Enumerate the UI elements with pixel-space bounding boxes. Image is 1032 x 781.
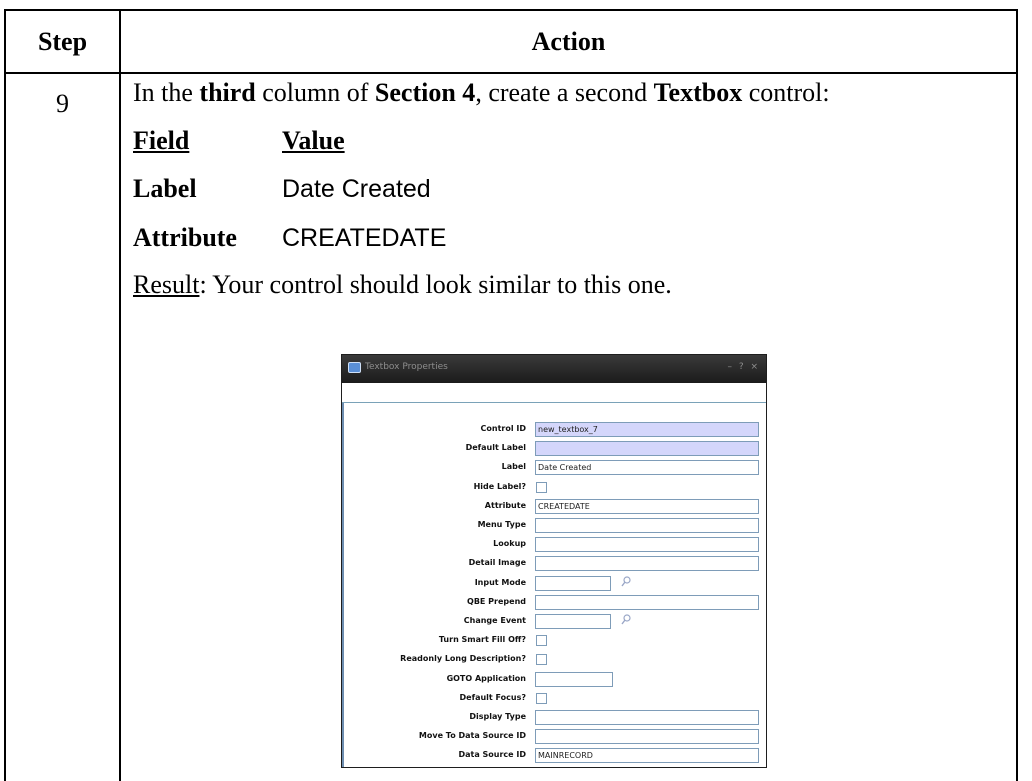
- property-row: Label Date Created: [342, 460, 766, 476]
- property-input[interactable]: [535, 518, 759, 533]
- property-row: Hide Label?: [342, 480, 766, 496]
- dialog-title: Textbox Properties: [365, 362, 448, 372]
- property-checkbox[interactable]: [536, 481, 547, 493]
- property-row: Lookup: [342, 537, 766, 553]
- property-label: Control ID: [480, 424, 526, 433]
- property-row: Input Mode: [342, 575, 766, 592]
- property-label: Data Source ID: [458, 750, 526, 760]
- property-input[interactable]: Date Created: [535, 460, 759, 476]
- column-divider: [119, 11, 121, 781]
- property-row: Move To Data Source ID: [342, 729, 766, 745]
- property-input[interactable]: CREATEDATE: [535, 498, 759, 514]
- field-name: Attribute: [133, 223, 237, 252]
- result-label: Result: [133, 270, 200, 299]
- dialog-window-icon: [348, 362, 361, 373]
- property-row: Default Label: [342, 441, 766, 457]
- property-checkbox[interactable]: [536, 635, 547, 647]
- header-step: Step: [37, 26, 88, 56]
- dialog-window-controls[interactable]: – ? ×: [727, 362, 760, 372]
- lookup-magnifier-icon[interactable]: [621, 575, 631, 591]
- property-label: Change Event: [463, 616, 526, 625]
- property-label: Menu Type: [477, 520, 526, 529]
- header-action: Action: [531, 26, 606, 56]
- property-input[interactable]: [535, 671, 613, 687]
- instruction-text: , create a second: [475, 78, 654, 107]
- property-input[interactable]: [535, 594, 759, 610]
- property-row: Readonly Long Description?: [342, 652, 766, 668]
- result-text: : Your control should look similar to th…: [199, 270, 672, 299]
- property-label: Default Focus?: [459, 692, 526, 702]
- value-column-header: Value: [282, 126, 345, 155]
- property-label: Move To Data Source ID: [418, 731, 526, 741]
- field-table-header: Field Value: [133, 126, 345, 156]
- property-row: Menu Type: [342, 518, 766, 534]
- property-input[interactable]: [535, 614, 611, 629]
- property-label: Input Mode: [474, 577, 526, 587]
- dialog-title-bar: Textbox Properties – ? ×: [342, 355, 766, 383]
- property-label: Lookup: [493, 539, 526, 549]
- field-row-attribute: Attribute CREATEDATE: [133, 223, 446, 253]
- field-column-header: Field: [133, 126, 190, 155]
- property-input[interactable]: [535, 441, 759, 457]
- instruction-text: In the: [133, 78, 200, 107]
- property-row: Display Type: [342, 710, 766, 726]
- header-divider: [6, 72, 1016, 74]
- instruction-text: control:: [742, 78, 830, 107]
- property-row: Data Source ID MAINRECORD: [342, 748, 766, 764]
- property-label: Attribute: [484, 500, 526, 510]
- property-row: GOTO Application: [342, 671, 766, 688]
- property-label: GOTO Application: [446, 673, 526, 683]
- result-line: Result: Your control should look similar…: [133, 270, 672, 300]
- textbox-properties-dialog: Textbox Properties – ? × Control ID new_t…: [341, 354, 767, 768]
- property-row: Default Focus?: [342, 691, 766, 707]
- property-label: Detail Image: [468, 558, 526, 568]
- property-input[interactable]: [535, 537, 759, 553]
- property-input[interactable]: [535, 729, 759, 745]
- field-name: Label: [133, 174, 197, 203]
- property-label: Turn Smart Fill Off?: [438, 635, 526, 645]
- field-row-label: Label Date Created: [133, 174, 431, 204]
- property-input[interactable]: [535, 575, 611, 591]
- property-label: Display Type: [469, 712, 526, 721]
- step-number: 9: [56, 89, 69, 118]
- property-label: Label: [501, 462, 526, 472]
- field-value: Date Created: [282, 175, 431, 203]
- property-input[interactable]: new_textbox_7: [535, 422, 759, 437]
- field-value: CREATEDATE: [282, 224, 447, 252]
- property-label: Readonly Long Description?: [400, 654, 526, 664]
- property-label: Default Label: [465, 443, 526, 453]
- property-input[interactable]: [535, 710, 759, 725]
- property-checkbox[interactable]: [536, 692, 547, 704]
- property-row: Detail Image: [342, 556, 766, 572]
- property-input[interactable]: [535, 556, 759, 572]
- property-row: Change Event: [342, 614, 766, 630]
- property-label: QBE Prepend: [467, 596, 526, 606]
- property-checkbox[interactable]: [536, 654, 547, 666]
- lookup-magnifier-icon[interactable]: [621, 614, 631, 629]
- instruction-line: In the third column of Section 4, create…: [133, 78, 830, 108]
- property-label: Hide Label?: [473, 481, 526, 491]
- instruction-bold-control: Textbox: [653, 78, 743, 107]
- instruction-bold-section: Section 4: [374, 78, 476, 107]
- window-buttons-icon[interactable]: – ? ×: [727, 362, 760, 372]
- instruction-bold-column: third: [199, 78, 256, 107]
- property-row: QBE Prepend: [342, 594, 766, 611]
- property-row: Turn Smart Fill Off?: [342, 633, 766, 649]
- property-row: Attribute CREATEDATE: [342, 498, 766, 515]
- dialog-separator: [342, 402, 766, 403]
- property-input[interactable]: MAINRECORD: [535, 748, 759, 764]
- property-row: Control ID new_textbox_7: [342, 422, 766, 438]
- instruction-text: column of: [255, 78, 375, 107]
